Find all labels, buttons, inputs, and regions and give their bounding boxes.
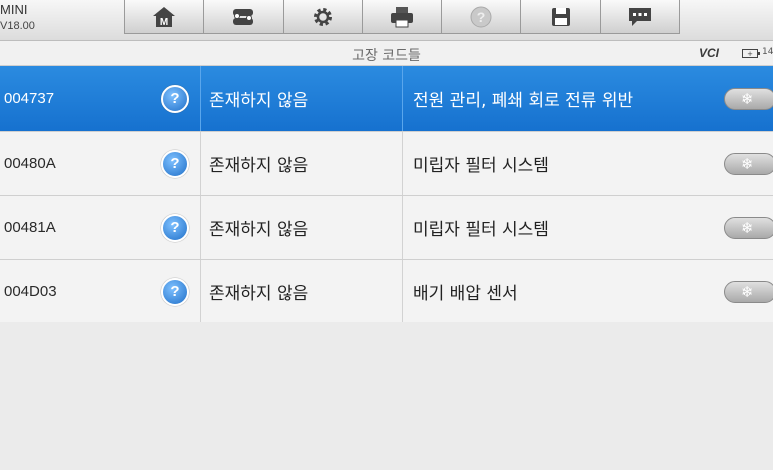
title-bar: 고장 코드들 VCI + 14 [0, 41, 773, 66]
toolbar: M ? [124, 0, 680, 36]
fault-status: 존재하지 않음 [200, 132, 400, 195]
fault-description: 배기 배압 센서 [402, 260, 712, 323]
table-row[interactable]: 004737 ? 존재하지 않음 전원 관리, 폐쇄 회로 전류 위반 ❄ [0, 66, 773, 132]
vehicle-swap-icon [233, 8, 254, 25]
page-title: 고장 코드들 [352, 48, 421, 64]
device-brand: MINI V18.00 [0, 0, 120, 40]
table-row[interactable]: 00481A ? 존재하지 않음 미립자 필터 시스템 ❄ [0, 196, 773, 260]
print-icon [390, 6, 413, 27]
svg-text:?: ? [477, 9, 486, 25]
fault-code: 004D03 [4, 283, 57, 300]
vci-status: VCI [699, 46, 720, 60]
message-icon [628, 7, 651, 26]
fault-code: 00480A [4, 155, 56, 172]
top-bar: MINI V18.00 M ? [0, 0, 773, 41]
fault-code-table: 004737 ? 존재하지 않음 전원 관리, 폐쇄 회로 전류 위반 ❄ 00… [0, 66, 773, 324]
battery-voltage: 14 [762, 47, 773, 57]
table-row[interactable]: 00480A ? 존재하지 않음 미립자 필터 시스템 ❄ [0, 132, 773, 196]
help-icon[interactable]: ? [161, 277, 189, 306]
help-icon[interactable]: ? [161, 149, 189, 178]
empty-area [0, 322, 773, 470]
table-row[interactable]: 004D03 ? 존재하지 않음 배기 배압 센서 ❄ [0, 260, 773, 324]
fault-status: 존재하지 않음 [200, 260, 400, 323]
fault-code: 00481A [4, 219, 56, 236]
save-icon [551, 7, 570, 26]
print-button[interactable] [362, 0, 443, 34]
fault-description: 미립자 필터 시스템 [402, 132, 712, 195]
freeze-frame-icon[interactable]: ❄ [724, 152, 773, 175]
fault-description: 전원 관리, 폐쇄 회로 전류 위반 [402, 66, 712, 131]
freeze-frame-icon[interactable]: ❄ [724, 87, 773, 110]
fault-description: 미립자 필터 시스템 [402, 196, 712, 259]
fault-code: 004737 [4, 90, 55, 107]
device-version: V18.00 [0, 20, 35, 32]
svg-text:+: + [747, 50, 753, 58]
help-icon[interactable]: ? [161, 213, 189, 242]
home-button[interactable]: M [124, 0, 205, 34]
home-icon-label: M [160, 17, 168, 28]
save-button[interactable] [521, 0, 601, 34]
freeze-frame-icon[interactable]: ❄ [724, 216, 773, 239]
message-button[interactable] [600, 0, 680, 34]
help-button[interactable]: ? [442, 0, 522, 34]
freeze-frame-icon[interactable]: ❄ [724, 280, 773, 303]
help-icon[interactable]: ? [161, 84, 189, 113]
vehicle-swap-button[interactable] [204, 0, 284, 34]
settings-gear-icon [313, 7, 332, 26]
settings-button[interactable] [283, 0, 363, 34]
help-icon: ? [470, 6, 492, 27]
fault-status: 존재하지 않음 [200, 196, 400, 259]
device-name: MINI [0, 2, 28, 17]
home-icon: M [153, 6, 176, 28]
fault-status: 존재하지 않음 [200, 66, 400, 131]
battery-icon: + [742, 49, 760, 58]
